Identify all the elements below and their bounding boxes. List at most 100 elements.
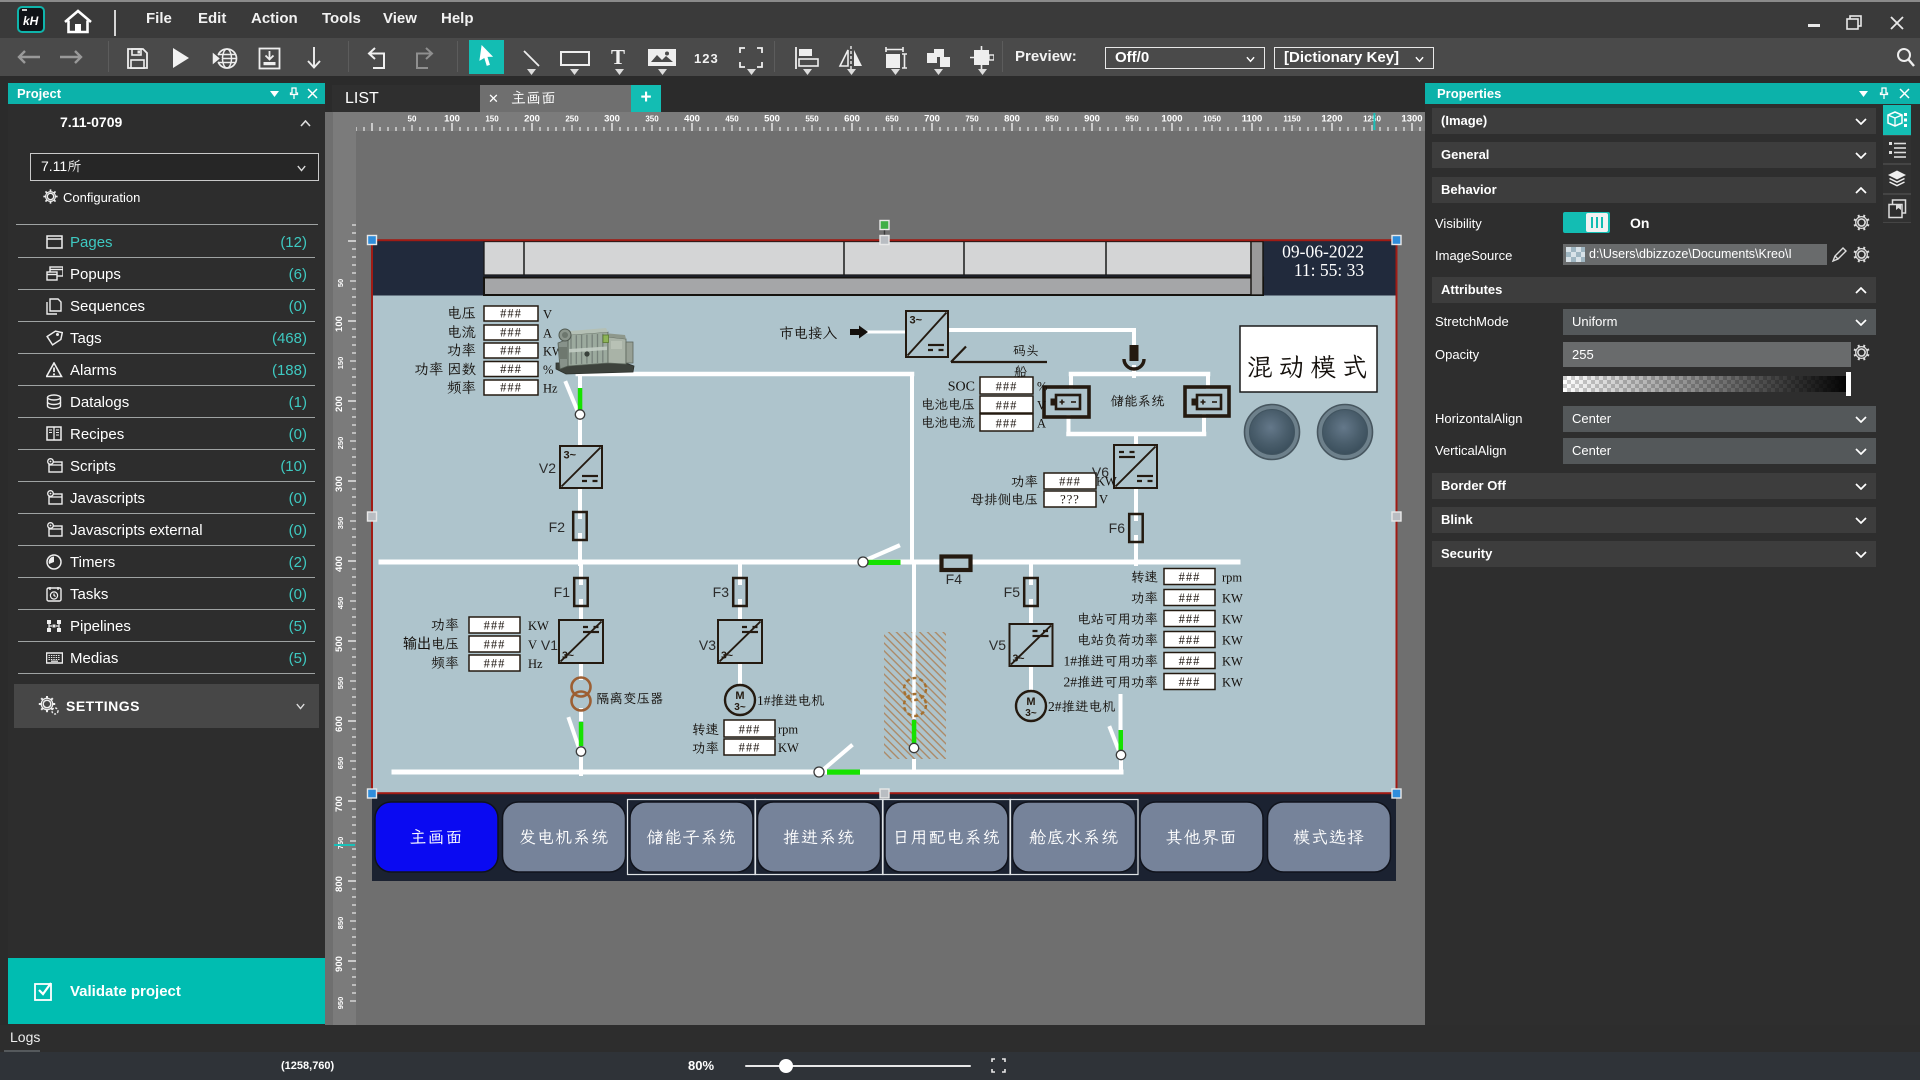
svg-text:###: ### <box>484 657 506 671</box>
svg-text:350: 350 <box>645 115 659 124</box>
svg-text:F3: F3 <box>713 584 730 600</box>
svg-text:F5: F5 <box>1004 584 1021 600</box>
svg-text:其他界面: 其他界面 <box>1166 825 1238 848</box>
svg-text:F6: F6 <box>1109 520 1126 536</box>
svg-text:250: 250 <box>565 115 579 124</box>
svg-text:KW: KW <box>1222 676 1243 690</box>
svg-text:???: ??? <box>1060 493 1080 507</box>
svg-text:KW: KW <box>528 619 549 633</box>
svg-text:发电机系统: 发电机系统 <box>519 825 609 848</box>
svg-text:市电接入: 市电接入 <box>779 324 837 343</box>
svg-text:A: A <box>543 327 552 341</box>
svg-text:###: ### <box>484 619 506 633</box>
svg-text:200: 200 <box>524 114 540 125</box>
svg-text:100: 100 <box>444 114 460 125</box>
svg-text:1150: 1150 <box>1283 115 1301 124</box>
svg-text:1300: 1300 <box>1401 114 1422 125</box>
svg-text:功率: 功率 <box>1011 472 1038 490</box>
svg-text:电站负荷功率: 电站负荷功率 <box>1077 631 1158 649</box>
svg-text:550: 550 <box>805 115 819 124</box>
svg-text:电压: 电压 <box>447 304 476 323</box>
svg-text:800: 800 <box>1004 114 1020 125</box>
svg-text:1#推进可用功率: 1#推进可用功率 <box>1064 652 1159 670</box>
svg-text:850: 850 <box>336 917 345 930</box>
svg-text:11: 55: 33: 11: 55: 33 <box>1294 260 1365 280</box>
svg-text:750: 750 <box>336 837 345 850</box>
svg-text:###: ### <box>500 344 522 358</box>
svg-text:900: 900 <box>1084 114 1100 125</box>
svg-text:450: 450 <box>336 597 345 610</box>
svg-text:700: 700 <box>924 114 940 125</box>
svg-text:码头: 码头 <box>1013 342 1039 359</box>
svg-text:50: 50 <box>336 279 345 287</box>
svg-text:KW: KW <box>1222 592 1243 606</box>
svg-text:300: 300 <box>334 476 345 492</box>
svg-text:船: 船 <box>1014 363 1027 380</box>
svg-text:1100: 1100 <box>1242 114 1263 125</box>
svg-text:A: A <box>1037 417 1046 431</box>
svg-text:###: ### <box>500 381 522 395</box>
svg-text:2#推进电机: 2#推进电机 <box>1048 697 1116 715</box>
svg-text:KW: KW <box>1222 655 1243 669</box>
svg-text:3~: 3~ <box>562 650 574 662</box>
svg-text:###: ### <box>996 417 1018 431</box>
svg-text:混动模式: 混动模式 <box>1247 350 1373 384</box>
svg-text:rpm: rpm <box>1222 571 1242 585</box>
svg-text:500: 500 <box>334 636 345 652</box>
svg-text:###: ### <box>996 380 1018 394</box>
svg-text:850: 850 <box>1045 115 1059 124</box>
svg-text:V: V <box>1099 493 1108 507</box>
svg-text:母排侧电压: 母排侧电压 <box>971 490 1039 508</box>
svg-text:SOC: SOC <box>948 380 975 395</box>
svg-text:250: 250 <box>336 437 345 450</box>
svg-text:Hz: Hz <box>543 382 558 396</box>
svg-text:V3: V3 <box>699 637 716 653</box>
svg-text:电池电流: 电池电流 <box>921 413 975 431</box>
svg-text:V2: V2 <box>539 460 556 476</box>
svg-text:电池电压: 电池电压 <box>921 395 975 413</box>
svg-text:3~: 3~ <box>1025 708 1037 719</box>
svg-text:3~: 3~ <box>721 650 733 662</box>
svg-text:隔离变压器: 隔离变压器 <box>596 689 664 707</box>
svg-text:日用配电系统: 日用配电系统 <box>893 825 1001 848</box>
svg-text:3~: 3~ <box>734 702 746 713</box>
svg-text:3~: 3~ <box>1013 653 1025 665</box>
svg-text:rpm: rpm <box>778 723 798 737</box>
svg-text:1#推进电机: 1#推进电机 <box>757 691 825 709</box>
svg-text:电站可用功率: 电站可用功率 <box>1077 610 1158 628</box>
svg-text:700: 700 <box>334 796 345 812</box>
svg-text:2#推进可用功率: 2#推进可用功率 <box>1064 673 1159 691</box>
svg-text:电流: 电流 <box>447 323 476 342</box>
svg-text:650: 650 <box>336 757 345 770</box>
svg-text:###: ### <box>739 723 761 737</box>
svg-text:09-06-2022: 09-06-2022 <box>1282 242 1364 262</box>
svg-text:频率: 频率 <box>431 654 459 672</box>
svg-text:1250: 1250 <box>1363 115 1381 124</box>
svg-text:3~: 3~ <box>910 315 923 327</box>
svg-text:750: 750 <box>965 115 979 124</box>
svg-text:KW: KW <box>1222 634 1243 648</box>
svg-text:800: 800 <box>334 876 345 892</box>
svg-text:600: 600 <box>844 114 860 125</box>
svg-text:500: 500 <box>764 114 780 125</box>
svg-text:%: % <box>1037 380 1047 394</box>
svg-text:KW: KW <box>778 741 799 755</box>
svg-text:F4: F4 <box>946 571 963 587</box>
svg-text:V1: V1 <box>541 637 558 653</box>
svg-text:模式选择: 模式选择 <box>1293 825 1365 848</box>
svg-text:900: 900 <box>334 956 345 972</box>
svg-text:V: V <box>543 308 552 322</box>
svg-text:功率 因数: 功率 因数 <box>414 360 476 379</box>
svg-text:###: ### <box>484 638 506 652</box>
svg-text:550: 550 <box>336 677 345 690</box>
svg-text:650: 650 <box>885 115 899 124</box>
svg-text:主画面: 主画面 <box>410 825 464 848</box>
svg-text:###: ### <box>1179 612 1201 626</box>
svg-text:舱底水系统: 舱底水系统 <box>1029 825 1119 848</box>
svg-text:3~: 3~ <box>564 450 577 462</box>
svg-text:450: 450 <box>725 115 739 124</box>
svg-text:F2: F2 <box>549 519 566 535</box>
svg-text:150: 150 <box>336 357 345 370</box>
svg-text:300: 300 <box>604 114 620 125</box>
svg-text:储能子系统: 储能子系统 <box>647 825 737 848</box>
